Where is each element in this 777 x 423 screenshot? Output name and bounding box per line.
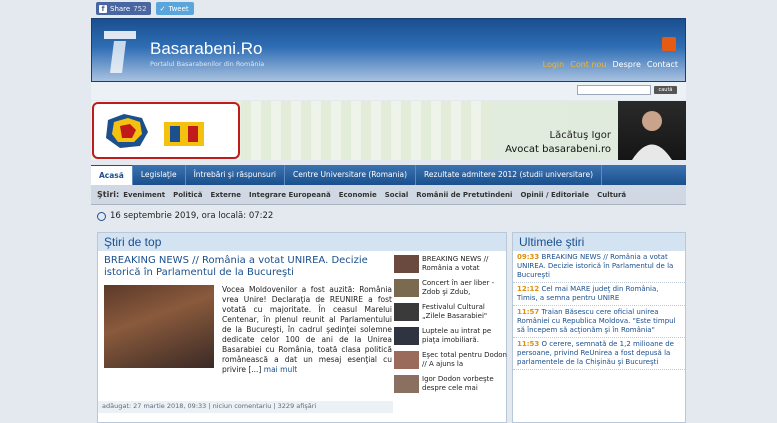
latest-news-text: O cerere, semnată de 1,2 milioane de per… — [517, 340, 674, 366]
tweet-label: Tweet — [168, 5, 189, 13]
tab-home[interactable]: Acasă — [91, 165, 133, 185]
list-item-title: Eşec total pentru Dodon // A ajuns la — [422, 351, 507, 368]
facebook-icon: f — [99, 5, 107, 13]
register-link[interactable]: Cont nou — [570, 60, 606, 69]
list-item[interactable]: Festivalul Cultural „Zilele Basarabiei" — [394, 303, 508, 325]
list-item[interactable]: BREAKING NEWS // România a votat — [394, 255, 508, 277]
latest-news-time: 11:57 — [517, 308, 540, 316]
latest-news-time: 12:12 — [517, 285, 540, 293]
top-news-meta: adăugat: 27 martie 2018, 09:33 | niciun … — [98, 401, 393, 413]
search-input[interactable] — [577, 85, 651, 95]
category-event[interactable]: Eveniment — [123, 191, 165, 199]
site-logo-icon[interactable] — [100, 27, 140, 77]
top-news-text: Vocea Moldovenilor a fost auzită: Români… — [222, 285, 392, 374]
site-subtitle: Portalul Basarabenilor din România — [150, 60, 265, 68]
tweet-button[interactable]: ✓ Tweet — [155, 2, 194, 15]
search-button[interactable]: caută — [654, 86, 677, 94]
list-item-title: Concert în aer liber - Zdob şi Zdub, — [422, 279, 495, 296]
about-link[interactable]: Despre — [613, 60, 641, 69]
list-item-title: Igor Dodon vorbeşte despre cele mai — [422, 375, 494, 392]
banner-background — [241, 101, 491, 160]
list-item[interactable]: Igor Dodon vorbeşte despre cele mai — [394, 375, 508, 397]
person-icon — [632, 111, 672, 160]
list-item[interactable]: Concert în aer liber - Zdob şi Zdub, — [394, 279, 508, 301]
list-item-title: Luptele au intrat pe piaţa imobiliară. — [422, 327, 492, 344]
news-categories-label: Ştiri: — [97, 190, 120, 199]
date-text: 16 septembrie 2019, ora locală: 07:22 — [110, 211, 274, 221]
news-thumbnail — [394, 255, 419, 273]
banner-ad-left[interactable] — [92, 102, 240, 159]
category-economy[interactable]: Economie — [339, 191, 377, 199]
top-news-title[interactable]: BREAKING NEWS // România a votat UNIREA.… — [104, 255, 389, 279]
search-bar: caută — [91, 82, 686, 100]
top-news-side-list: BREAKING NEWS // România a votat Concert… — [394, 255, 508, 399]
date-line: 16 septembrie 2019, ora locală: 07:22 — [97, 211, 273, 221]
latest-news-time: 11:53 — [517, 340, 540, 348]
rss-icon[interactable] — [662, 37, 676, 51]
list-item-title: Festivalul Cultural „Zilele Basarabiei" — [422, 303, 488, 320]
news-thumbnail — [394, 327, 419, 345]
list-item-title: BREAKING NEWS // România a votat — [422, 255, 489, 272]
latest-news-time: 09:33 — [517, 253, 540, 261]
contact-link[interactable]: Contact — [647, 60, 678, 69]
romania-map-icon — [106, 114, 204, 148]
clock-icon — [97, 211, 106, 221]
news-thumbnail — [394, 351, 419, 369]
news-categories-nav: Ştiri: Eveniment Politică Externe Integr… — [91, 185, 686, 205]
lawyer-photo[interactable] — [618, 101, 686, 160]
read-more-link[interactable]: mai mult — [264, 365, 297, 374]
login-link[interactable]: Login — [543, 60, 565, 69]
tab-legislation[interactable]: Legislaţie — [133, 165, 186, 185]
latest-news-panel: Ultimele ştiri 09:33 BREAKING NEWS // Ro… — [512, 232, 686, 423]
category-opinions[interactable]: Opinii / Editoriale — [520, 191, 589, 199]
latest-news-heading: Ultimele ştiri — [513, 233, 685, 251]
latest-news-item[interactable]: 11:57 Traian Băsescu cere oficial unirea… — [513, 306, 685, 338]
news-thumbnail — [394, 375, 419, 393]
list-item[interactable]: Luptele au intrat pe piaţa imobiliară. — [394, 327, 508, 349]
top-news-heading: Ştiri de top — [98, 233, 506, 251]
latest-news-text: Traian Băsescu cere oficial unirea Român… — [517, 308, 676, 334]
category-eu-integration[interactable]: Integrare Europeană — [249, 191, 331, 199]
main-nav: Acasă Legislaţie Întrebări şi răspunsuri… — [91, 165, 686, 185]
news-thumbnail — [394, 303, 419, 321]
header-nav: Login Cont nou Despre Contact — [543, 60, 678, 69]
latest-news-text: BREAKING NEWS // România a votat UNIREA.… — [517, 253, 674, 279]
category-politics[interactable]: Politică — [173, 191, 202, 199]
category-culture[interactable]: Cultură — [597, 191, 626, 199]
tab-qa[interactable]: Întrebări şi răspunsuri — [186, 165, 285, 185]
share-bar: f Share 752 ✓ Tweet — [96, 2, 194, 15]
site-header: Basarabeni.Ro Portalul Basarabenilor din… — [91, 18, 686, 82]
facebook-share-count: 752 — [133, 5, 147, 13]
news-thumbnail — [394, 279, 419, 297]
list-item[interactable]: Eşec total pentru Dodon // A ajuns la — [394, 351, 508, 373]
top-news-excerpt: Vocea Moldovenilor a fost auzită: Români… — [222, 285, 392, 375]
tab-admission-results[interactable]: Rezultate admitere 2012 (studii universi… — [416, 165, 602, 185]
facebook-share-button[interactable]: f Share 752 — [96, 2, 151, 15]
top-news-panel: Ştiri de top BREAKING NEWS // România a … — [97, 232, 507, 423]
latest-news-text: Cel mai MARE judeţ din România, Timis, a… — [517, 285, 659, 302]
top-news-photo[interactable] — [104, 285, 214, 368]
banner-lawyer-title: Avocat basarabeni.ro — [505, 144, 611, 155]
latest-news-item[interactable]: 11:53 O cerere, semnată de 1,2 milioane … — [513, 338, 685, 370]
category-diaspora[interactable]: Românii de Pretutindeni — [416, 191, 512, 199]
category-external[interactable]: Externe — [210, 191, 241, 199]
twitter-icon: ✓ — [159, 5, 166, 13]
latest-news-item[interactable]: 09:33 BREAKING NEWS // România a votat U… — [513, 251, 685, 283]
site-title[interactable]: Basarabeni.Ro — [150, 39, 262, 59]
category-social[interactable]: Social — [385, 191, 409, 199]
latest-news-item[interactable]: 12:12 Cel mai MARE judeţ din România, Ti… — [513, 283, 685, 306]
tab-university-centers[interactable]: Centre Universitare (Romania) — [285, 165, 417, 185]
banner: Lăcătuş Igor Avocat basarabeni.ro — [91, 101, 686, 160]
banner-lawyer-name: Lăcătuş Igor — [549, 130, 612, 141]
facebook-share-label: Share — [110, 5, 131, 13]
